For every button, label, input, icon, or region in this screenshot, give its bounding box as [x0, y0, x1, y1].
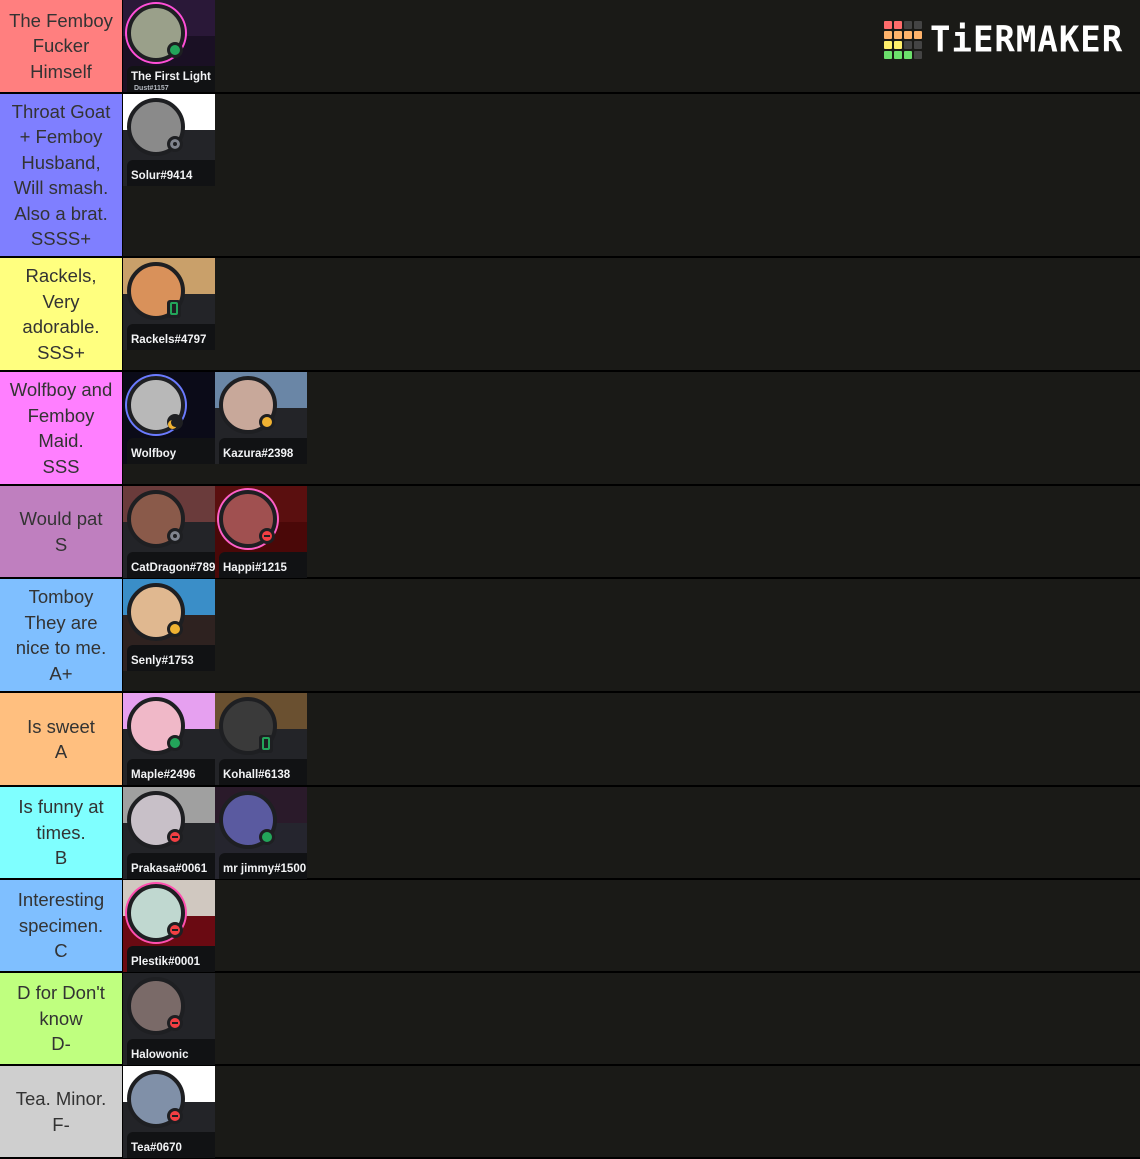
tier-label[interactable]: The Femboy Fucker Himself	[0, 0, 123, 92]
username: Senly#1753	[131, 655, 194, 667]
username: Happi#1215	[223, 562, 287, 574]
user-tag: Dust#1157	[134, 85, 169, 92]
tier-items[interactable]: CatDragon#7893 Happi#1215	[123, 486, 1140, 578]
tier-label[interactable]: Is funny at times. B	[0, 787, 123, 878]
status-dnd-icon	[167, 829, 183, 845]
tier-row: Wolfboy and Femboy Maid. SSS Wolfboy Kazur…	[0, 372, 1140, 486]
tier-item-card[interactable]: The First Light Dust#1157	[123, 0, 215, 92]
tier-label[interactable]: Interesting specimen. C	[0, 880, 123, 971]
logo-grid-cell	[904, 21, 912, 29]
logo-grid-cell	[914, 21, 922, 29]
tier-item-card[interactable]: Rackels#4797	[123, 258, 215, 350]
tier-label[interactable]: Is sweet A	[0, 693, 123, 785]
username: Halowonic	[131, 1049, 189, 1061]
username: The First Light	[131, 71, 211, 83]
status-online-icon	[259, 829, 275, 845]
logo-grid-cell	[904, 31, 912, 39]
tier-item-card[interactable]: Solur#9414	[123, 94, 215, 186]
status-dnd-icon	[167, 1015, 183, 1031]
logo-grid-cell	[884, 21, 892, 29]
logo-grid-cell	[894, 21, 902, 29]
status-dnd-icon	[259, 528, 275, 544]
tier-item-card[interactable]: CatDragon#7893	[123, 486, 215, 578]
tier-row: Is funny at times. B Prakasa#0061 mr jimmy…	[0, 787, 1140, 880]
logo-text: TiERMAKER	[930, 19, 1124, 61]
status-online-icon	[167, 42, 183, 58]
status-dnd-icon	[167, 922, 183, 938]
tier-row: Throat Goat + Femboy Husband, Will smash…	[0, 94, 1140, 258]
logo-grid-cell	[914, 51, 922, 59]
username: Plestik#0001	[131, 956, 201, 968]
username: Rackels#4797	[131, 334, 207, 346]
tier-item-card[interactable]: Wolfboy	[123, 372, 215, 464]
tier-item-card[interactable]: Happi#1215	[215, 486, 307, 578]
tier-items[interactable]: Plestik#0001	[123, 880, 1140, 972]
tier-row: Would pat S CatDragon#7893 Happi#1215	[0, 486, 1140, 579]
tier-item-card[interactable]: Tea#0670	[123, 1066, 215, 1158]
tier-list: The Femboy Fucker Himself The First Light…	[0, 0, 1140, 1159]
tier-item-card[interactable]: Prakasa#0061	[123, 787, 215, 879]
logo-grid-cell	[894, 51, 902, 59]
status-idle-icon	[259, 414, 275, 430]
status-mobile-icon	[167, 300, 181, 318]
tier-row: Tea. Minor. F- Tea#0670	[0, 1066, 1140, 1159]
tier-item-card[interactable]: Halowonic	[123, 973, 215, 1065]
username: Tea#0670	[131, 1142, 182, 1154]
logo-grid-cell	[894, 31, 902, 39]
username: Maple#2496	[131, 769, 196, 781]
tier-row: Rackels, Very adorable. SSS+ Rackels#4797	[0, 258, 1140, 372]
status-offline-icon	[167, 528, 183, 544]
username: Solur#9414	[131, 170, 193, 182]
logo-grid-cell	[904, 41, 912, 49]
tier-item-card[interactable]: Maple#2496	[123, 693, 215, 785]
status-mobile-icon	[259, 735, 273, 753]
tier-label[interactable]: Tomboy They are nice to me. A+	[0, 579, 123, 691]
tier-items[interactable]: Prakasa#0061 mr jimmy#1500	[123, 787, 1140, 879]
tier-label[interactable]: Wolfboy and Femboy Maid. SSS	[0, 372, 123, 484]
tier-items[interactable]: Senly#1753	[123, 579, 1140, 691]
tier-items[interactable]: Rackels#4797	[123, 258, 1140, 370]
tier-label[interactable]: Would pat S	[0, 486, 123, 577]
status-dnd-icon	[167, 1108, 183, 1124]
username: mr jimmy#1500	[223, 863, 307, 875]
username: Prakasa#0061	[131, 863, 208, 875]
tier-label[interactable]: Rackels, Very adorable. SSS+	[0, 258, 123, 370]
logo-grid-cell	[894, 41, 902, 49]
tier-item-card[interactable]: mr jimmy#1500	[215, 787, 307, 879]
status-offline-icon	[167, 136, 183, 152]
tier-item-card[interactable]: Senly#1753	[123, 579, 215, 671]
logo-grid-cell	[884, 51, 892, 59]
logo-grid-cell	[904, 51, 912, 59]
tier-items[interactable]: Halowonic	[123, 973, 1140, 1065]
logo-grid-cell	[884, 41, 892, 49]
status-idle-icon	[167, 621, 183, 637]
tier-items[interactable]: Maple#2496 Kohall#6138	[123, 693, 1140, 785]
tier-item-card[interactable]: Plestik#0001	[123, 880, 215, 972]
username: Kohall#6138	[223, 769, 291, 781]
tier-item-card[interactable]: Kohall#6138	[215, 693, 307, 785]
logo-grid-cell	[884, 31, 892, 39]
username: CatDragon#7893	[131, 562, 215, 574]
logo-grid-cell	[914, 31, 922, 39]
tier-items[interactable]: Tea#0670	[123, 1066, 1140, 1158]
status-online-icon	[167, 735, 183, 751]
tier-label[interactable]: Throat Goat + Femboy Husband, Will smash…	[0, 94, 123, 256]
tier-row: D for Don't know D- Halowonic	[0, 973, 1140, 1066]
tier-label[interactable]: D for Don't know D-	[0, 973, 123, 1064]
tier-row: Interesting specimen. C Plestik#0001	[0, 880, 1140, 973]
logo-grid-icon	[884, 21, 922, 59]
logo-grid-cell	[914, 41, 922, 49]
tier-row: Is sweet A Maple#2496 Kohall#6138	[0, 693, 1140, 787]
tiermaker-logo: TiERMAKER	[884, 19, 1124, 61]
tier-label[interactable]: Tea. Minor. F-	[0, 1066, 123, 1157]
tier-items[interactable]: Wolfboy Kazura#2398	[123, 372, 1140, 484]
tier-items[interactable]: Solur#9414	[123, 94, 1140, 256]
username: Kazura#2398	[223, 448, 294, 460]
tier-item-card[interactable]: Kazura#2398	[215, 372, 307, 464]
status-idle-moon-icon	[167, 414, 183, 430]
username: Wolfboy	[131, 448, 177, 460]
tier-row: Tomboy They are nice to me. A+ Senly#1753	[0, 579, 1140, 693]
